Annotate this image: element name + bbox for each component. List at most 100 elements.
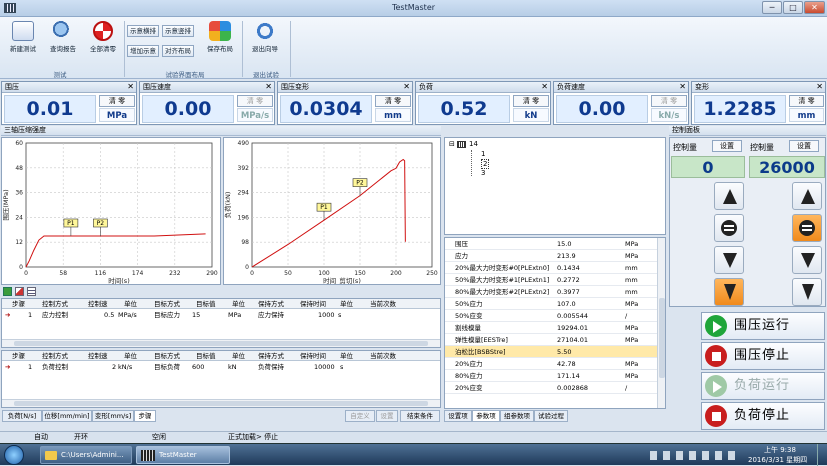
col-unit: 单位 xyxy=(232,300,245,308)
property-name: 20%应力 xyxy=(455,360,483,368)
clear-all-button[interactable]: 全部清零 xyxy=(83,19,123,53)
start-button[interactable] xyxy=(4,445,24,465)
unit-label: MPa/s xyxy=(237,108,273,122)
load-fast-down-button[interactable] xyxy=(792,278,822,306)
property-row[interactable]: 50%最大力时变形#1[PLExtn1] 0.2772 mm xyxy=(445,274,657,286)
scroll-thumb[interactable] xyxy=(14,401,428,406)
x-tick-label: 58 xyxy=(59,270,67,277)
close-icon[interactable]: ✕ xyxy=(679,82,686,92)
group-label-test: 测试 xyxy=(53,71,67,79)
property-row[interactable]: 弹性模量[EESTre] 27104.01 MPa xyxy=(445,334,657,346)
property-row[interactable]: 20%应变 0.002868 / xyxy=(445,382,657,394)
taskbar-testmaster[interactable]: TestMaster xyxy=(136,446,230,464)
tab-settings-items[interactable]: 设置项 xyxy=(444,410,472,422)
tab-load-rate[interactable]: 负荷[N/s] xyxy=(2,410,42,422)
confining-stop-button[interactable]: 围压停止 xyxy=(701,342,825,370)
tab-group-parameters[interactable]: 组参数项 xyxy=(500,410,534,422)
confining-run-button[interactable]: 围压运行 xyxy=(701,312,825,340)
tree-root[interactable]: 14 xyxy=(469,140,478,148)
tree-item[interactable]: 2 xyxy=(481,159,490,169)
property-row[interactable]: 围压 15.0 MPa xyxy=(445,238,657,250)
save-layout-button[interactable]: 保存布局 xyxy=(200,19,240,53)
tab-steps[interactable]: 步骤 xyxy=(134,410,156,422)
tab-parameter-items[interactable]: 参数项 xyxy=(472,410,500,422)
align-layout-button[interactable]: 对齐布局 xyxy=(162,45,194,57)
minimize-button[interactable]: ─ xyxy=(762,1,782,14)
property-row[interactable]: 50%应力 107.0 MPa xyxy=(445,298,657,310)
step-table-confining: 步骤 控制方式 控制速 单位 目标方式 目标值 单位 保持方式 保持时间 单位 … xyxy=(1,298,441,348)
search-report-button[interactable]: 查询报告 xyxy=(43,19,83,53)
close-icon[interactable]: ✕ xyxy=(816,82,823,92)
panel-load-speed: 负荷速度 ✕ 0.00 清 零 kN/s xyxy=(553,81,689,125)
confining-up-button[interactable] xyxy=(714,182,744,210)
property-name: 20%最大力时变形#0[PLExtn0] xyxy=(455,264,550,272)
cell-control: 负荷控制 xyxy=(42,363,68,371)
control-set-button-2[interactable]: 设置 xyxy=(789,140,819,152)
close-button[interactable]: ✕ xyxy=(804,1,825,14)
clock-date[interactable]: 2016/3/31 星期四 xyxy=(748,455,807,465)
tab-deformation-rate[interactable]: 变形[mm/s] xyxy=(92,410,134,422)
load-down-button[interactable] xyxy=(792,246,822,274)
clear-button[interactable]: 清 零 xyxy=(513,95,549,107)
table-row[interactable]: ➔ 1 应力控制 0.5 MPa/s 目标应力 15 MPa 应力保持 1000… xyxy=(2,310,440,320)
property-row[interactable]: 20%最大力时变形#0[PLExtn0] 0.1434 mm xyxy=(445,262,657,274)
col-hold-mode: 保持方式 xyxy=(258,352,284,360)
confining-fast-down-button[interactable] xyxy=(714,278,744,306)
new-test-button[interactable]: 新建测试 xyxy=(3,19,43,53)
property-value: 0.002868 xyxy=(557,384,589,392)
scroll-thumb[interactable] xyxy=(659,298,665,378)
close-icon[interactable]: ✕ xyxy=(127,82,134,92)
tree-item[interactable]: 1 xyxy=(481,150,485,158)
tree-expand-icon[interactable]: ⊟ xyxy=(449,140,455,148)
cell-unit: kN/s xyxy=(118,363,133,371)
horizontal-scrollbar[interactable] xyxy=(2,399,440,407)
clock-time[interactable]: 上午 9:38 xyxy=(764,445,796,455)
property-row[interactable]: 80%最大力时变形#2[PLExtn2] 0.3977 mm xyxy=(445,286,657,298)
chart-list-icon[interactable] xyxy=(27,287,36,296)
chart-zoom-icon[interactable] xyxy=(15,287,24,296)
add-diagram-button[interactable]: 增加示意 xyxy=(127,45,159,57)
tray-icons[interactable] xyxy=(650,451,740,460)
horizontal-scrollbar[interactable] xyxy=(2,339,440,347)
confining-down-button[interactable] xyxy=(714,246,744,274)
exit-wizard-button[interactable]: 退出向导 xyxy=(245,19,285,53)
property-row[interactable]: 泊松比[BSBStre] 5.50 xyxy=(445,346,657,358)
panel-confining-pressure: 围压 ✕ 0.01 清 零 MPa xyxy=(1,81,137,125)
close-icon[interactable]: ✕ xyxy=(265,82,272,92)
scroll-thumb[interactable] xyxy=(14,341,428,346)
chart-add-icon[interactable] xyxy=(3,287,12,296)
confining-hold-button[interactable] xyxy=(714,214,744,242)
tab-displacement-rate[interactable]: 位移[mm/min] xyxy=(42,410,92,422)
cell-hold-time: 1000 xyxy=(318,311,335,319)
close-icon[interactable]: ✕ xyxy=(403,82,410,92)
show-desktop-button[interactable] xyxy=(817,444,827,466)
control-set-button-1[interactable]: 设置 xyxy=(712,140,742,152)
property-row[interactable]: 应力 213.9 MPa xyxy=(445,250,657,262)
layout-horizontal-button[interactable]: 示意横排 xyxy=(127,25,159,37)
tab-test-process[interactable]: 试验过程 xyxy=(534,410,568,422)
y-tick-label: 24 xyxy=(15,214,23,221)
end-condition-button[interactable]: 结束条件 xyxy=(400,410,440,422)
property-row[interactable]: 50%应变 0.005544 / xyxy=(445,310,657,322)
property-row[interactable]: 80%应力 171.14 MPa xyxy=(445,370,657,382)
property-unit: MPa xyxy=(625,252,639,260)
clear-button[interactable]: 清 零 xyxy=(789,95,824,107)
close-icon[interactable]: ✕ xyxy=(541,82,548,92)
load-up-button[interactable] xyxy=(792,182,822,210)
panel-value: 1.2285 xyxy=(694,95,786,123)
clear-button[interactable]: 清 零 xyxy=(375,95,411,107)
maximize-button[interactable]: □ xyxy=(783,1,803,14)
table-row[interactable]: ➔ 1 负荷控制 2 kN/s 目标负荷 600 kN 负荷保持 10000 s xyxy=(2,362,440,372)
layout-vertical-button[interactable]: 示意竖排 xyxy=(162,25,194,37)
load-hold-button[interactable] xyxy=(792,214,822,242)
property-row[interactable]: 20%应力 42.78 MPa xyxy=(445,358,657,370)
col-unit: 单位 xyxy=(340,352,353,360)
taskbar-explorer[interactable]: C:\Users\Admini... xyxy=(40,446,132,464)
property-row[interactable]: 割线模量 19294.01 MPa xyxy=(445,322,657,334)
tree-item[interactable]: 3 xyxy=(481,169,485,177)
vertical-scrollbar[interactable] xyxy=(657,238,665,408)
load-time-chart: 0 98 196 294 392 490 0 50 100 150 200 250 时间_剪切(s) 负荷… xyxy=(223,140,438,285)
clear-button[interactable]: 清 零 xyxy=(99,95,135,107)
col-unit: 单位 xyxy=(124,300,137,308)
load-stop-button[interactable]: 负荷停止 xyxy=(701,402,825,430)
